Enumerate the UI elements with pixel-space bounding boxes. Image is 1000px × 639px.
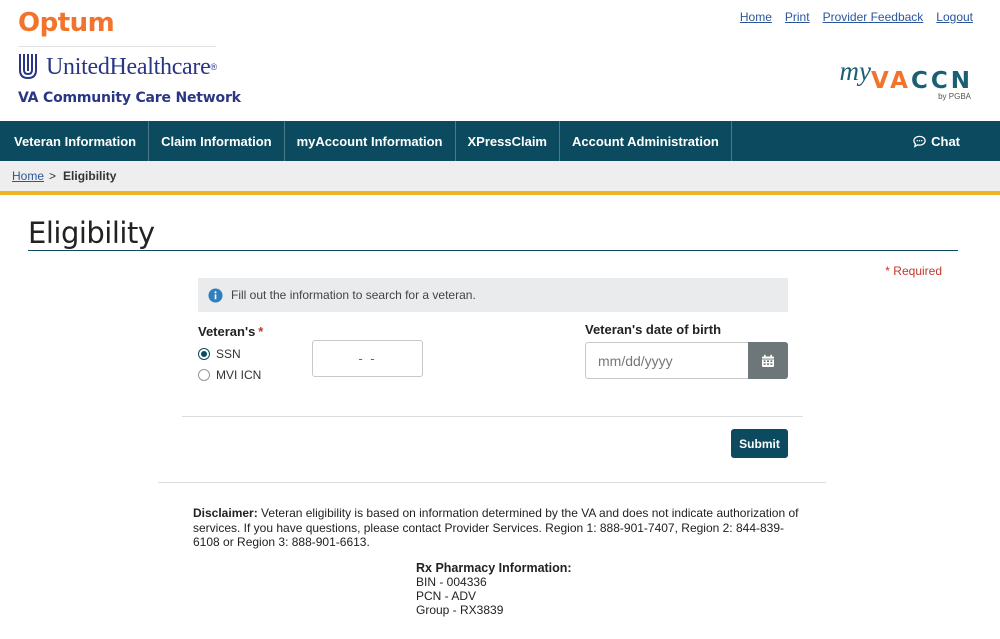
info-icon (208, 287, 223, 303)
gold-accent-bar (0, 191, 1000, 195)
header: Optum UnitedHealthcare ® VA Community Car… (0, 0, 1000, 121)
top-link-home[interactable]: Home (740, 10, 772, 24)
info-text: Fill out the information to search for a… (231, 288, 476, 302)
dob-label: Veteran's date of birth (585, 322, 722, 337)
calendar-icon (762, 354, 774, 367)
uhc-logo-text: UnitedHealthcare (46, 53, 211, 80)
title-divider (28, 250, 958, 251)
radio-ssn[interactable]: SSN (198, 347, 241, 361)
uhc-mark-icon (19, 54, 37, 80)
veteran-id-label: Veteran's * (198, 324, 263, 339)
chat-button[interactable]: Chat (913, 121, 960, 161)
top-links: Home Print Provider Feedback Logout (740, 10, 973, 24)
chat-label: Chat (931, 133, 960, 149)
breadcrumb-home[interactable]: Home (12, 169, 44, 183)
footer-divider (158, 482, 826, 483)
rx-bin: BIN - 004336 (416, 575, 487, 589)
network-name: VA Community Care Network (18, 90, 241, 106)
nav-claim-information[interactable]: Claim Information (149, 121, 285, 161)
uhc-registered-mark: ® (210, 62, 218, 72)
nav-veteran-information[interactable]: Veteran Information (0, 121, 150, 161)
top-link-logout[interactable]: Logout (936, 10, 973, 24)
optum-logo: Optum (18, 8, 115, 38)
radio-mvi-icn[interactable]: MVI ICN (198, 368, 261, 382)
breadcrumb: Home > Eligibility (0, 161, 1000, 191)
rx-group: Group - RX3839 (416, 603, 504, 617)
myvaccn-logo-my: my (839, 56, 871, 86)
veteran-id-label-text: Veteran's (198, 324, 256, 339)
disclaimer: Disclaimer: Veteran eligibility is based… (193, 506, 808, 550)
radio-mvi-icn-label: MVI ICN (216, 368, 262, 382)
nav-account-administration[interactable]: Account Administration (560, 121, 732, 161)
chat-icon (913, 135, 926, 148)
uhc-logo: UnitedHealthcare ® (18, 52, 217, 82)
disclaimer-text: Veteran eligibility is based on informat… (193, 506, 799, 549)
rx-pcn: PCN - ADV (416, 589, 477, 603)
rx-pharmacy-info: Rx Pharmacy Information: BIN - 004336 PC… (416, 561, 572, 617)
calendar-button[interactable] (748, 342, 788, 379)
breadcrumb-current: Eligibility (63, 169, 117, 183)
radio-ssn-label: SSN (216, 347, 241, 361)
breadcrumb-separator: > (49, 169, 57, 183)
ssn-input[interactable]: - - (312, 340, 423, 377)
submit-button[interactable]: Submit (731, 429, 788, 458)
form-divider (182, 416, 803, 417)
nav-myaccount-information[interactable]: myAccount Information (285, 121, 456, 161)
top-link-print[interactable]: Print (785, 10, 810, 24)
myvaccn-logo-va: VA (870, 68, 911, 94)
page-title: Eligibility (28, 216, 155, 250)
dob-input[interactable]: mm/dd/yyyy (585, 342, 749, 379)
logo-divider (18, 46, 216, 47)
disclaimer-label: Disclaimer: (193, 506, 258, 520)
myvaccn-logo: myVACCN by PGBA (839, 56, 973, 101)
myvaccn-logo-ccn: CCN (910, 68, 973, 94)
top-link-provider-feedback[interactable]: Provider Feedback (823, 10, 924, 24)
rx-title: Rx Pharmacy Information: (416, 561, 572, 575)
required-note: * Required (885, 264, 942, 278)
required-star: * (258, 324, 264, 339)
info-banner: Fill out the information to search for a… (198, 278, 788, 312)
radio-ssn-control[interactable] (198, 348, 210, 360)
nav-xpressclaim[interactable]: XPressClaim (456, 121, 560, 161)
main-nav: Veteran Information Claim Information my… (0, 121, 1000, 161)
radio-mvi-icn-control[interactable] (198, 369, 210, 381)
